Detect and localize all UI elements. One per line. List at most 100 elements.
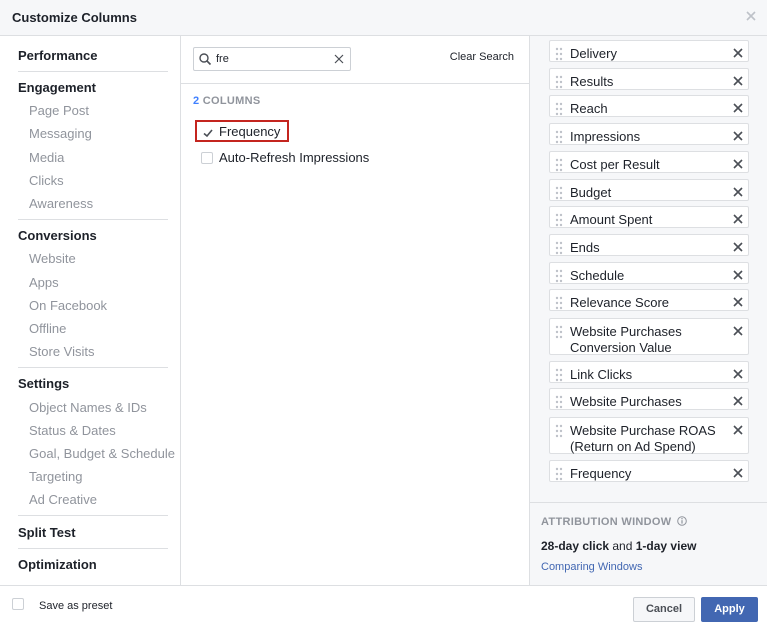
label-line: (Return on Ad Spend) [570, 439, 696, 454]
drag-handle-icon[interactable] [555, 325, 563, 339]
result-count-label: COLUMNS [202, 95, 261, 107]
nav-item-offline[interactable]: Offline [29, 321, 66, 336]
selected-column-item[interactable]: Relevance Score [549, 289, 749, 311]
selected-column-item[interactable]: Ends [549, 234, 749, 256]
drag-handle-icon[interactable] [555, 241, 563, 255]
drag-handle-icon[interactable] [555, 269, 563, 283]
remove-icon[interactable] [733, 270, 743, 280]
checkbox[interactable] [201, 152, 213, 164]
remove-icon[interactable] [733, 214, 743, 224]
remove-icon[interactable] [733, 369, 743, 379]
remove-icon[interactable] [733, 76, 743, 86]
selected-column-item[interactable]: Results [549, 68, 749, 90]
cancel-button[interactable]: Cancel [633, 597, 695, 622]
nav-optimization[interactable]: Optimization [18, 557, 97, 572]
selected-column-label: Reach [570, 101, 608, 116]
comparing-windows-link[interactable]: Comparing Windows [541, 561, 642, 573]
selected-column-label: Budget [570, 185, 612, 200]
drag-handle-icon[interactable] [555, 467, 563, 481]
selected-column-label: Website Purchases Conversion Value [570, 324, 682, 356]
selected-column-item[interactable]: Delivery [549, 40, 749, 62]
label-line: Website Purchases [570, 324, 682, 339]
drag-handle-icon[interactable] [555, 102, 563, 116]
selected-column-item[interactable]: Frequency [549, 460, 749, 482]
selected-column-item[interactable]: Amount Spent [549, 206, 749, 228]
remove-icon[interactable] [733, 103, 743, 113]
nav-item-on-facebook[interactable]: On Facebook [29, 298, 107, 313]
apply-button[interactable]: Apply [701, 597, 758, 622]
selected-column-item[interactable]: Website Purchases [549, 388, 749, 410]
save-preset-checkbox[interactable] [12, 598, 24, 610]
drag-handle-icon[interactable] [555, 395, 563, 409]
selected-columns-panel: Delivery Results Reach Impressions Cost … [529, 36, 767, 585]
clear-search-link[interactable]: Clear Search [450, 51, 514, 63]
nav-item-media[interactable]: Media [29, 150, 64, 165]
column-option-label: Auto-Refresh Impressions [219, 150, 370, 165]
nav-performance[interactable]: Performance [18, 48, 97, 63]
drag-handle-icon[interactable] [555, 368, 563, 382]
drag-handle-icon[interactable] [555, 158, 563, 172]
info-icon[interactable] [677, 516, 687, 526]
drag-handle-icon[interactable] [555, 186, 563, 200]
save-preset-label[interactable]: Save as preset [39, 600, 112, 612]
remove-icon[interactable] [733, 297, 743, 307]
nav-item-website[interactable]: Website [29, 251, 76, 266]
remove-icon[interactable] [733, 48, 743, 58]
column-search-panel: Clear Search 2 COLUMNS Frequency Auto-Re… [181, 36, 529, 585]
drag-handle-icon[interactable] [555, 75, 563, 89]
column-option-frequency[interactable]: Frequency [195, 120, 289, 142]
selected-columns-list: Delivery Results Reach Impressions Cost … [530, 36, 767, 502]
clear-input-icon[interactable] [334, 54, 344, 64]
selected-column-item[interactable]: Cost per Result [549, 151, 749, 173]
drag-handle-icon[interactable] [555, 424, 563, 438]
nav-split-test[interactable]: Split Test [18, 525, 76, 540]
remove-icon[interactable] [733, 131, 743, 141]
remove-icon[interactable] [733, 242, 743, 252]
attribution-and: and [609, 539, 636, 553]
nav-engagement[interactable]: Engagement [18, 80, 96, 95]
selected-column-item[interactable]: Schedule [549, 262, 749, 284]
drag-handle-icon[interactable] [555, 213, 563, 227]
remove-icon[interactable] [733, 396, 743, 406]
search-box [193, 47, 351, 71]
attribution-click: 28-day click [541, 539, 610, 553]
nav-item-targeting[interactable]: Targeting [29, 469, 82, 484]
remove-icon[interactable] [733, 326, 743, 336]
close-icon[interactable] [744, 9, 758, 23]
nav-item-page-post[interactable]: Page Post [29, 103, 89, 118]
drag-handle-icon[interactable] [555, 47, 563, 61]
remove-icon[interactable] [733, 468, 743, 478]
search-input[interactable] [216, 51, 324, 67]
selected-column-item[interactable]: Budget [549, 179, 749, 201]
search-bar: Clear Search [181, 36, 529, 84]
nav-item-ad-creative[interactable]: Ad Creative [29, 492, 97, 507]
nav-item-awareness[interactable]: Awareness [29, 196, 93, 211]
selected-column-item[interactable]: Website Purchase ROAS (Return on Ad Spen… [549, 417, 749, 454]
result-count-number: 2 [193, 95, 200, 107]
nav-divider [18, 515, 168, 516]
nav-item-store-visits[interactable]: Store Visits [29, 344, 95, 359]
nav-conversions[interactable]: Conversions [18, 228, 97, 243]
nav-divider [18, 219, 168, 220]
drag-handle-icon[interactable] [555, 296, 563, 310]
attribution-view: 1-day view [635, 539, 697, 553]
nav-item-status-dates[interactable]: Status & Dates [29, 423, 116, 438]
remove-icon[interactable] [733, 187, 743, 197]
selected-column-item[interactable]: Reach [549, 95, 749, 117]
selected-column-item[interactable]: Impressions [549, 123, 749, 145]
checkbox-checked[interactable] [202, 126, 214, 138]
remove-icon[interactable] [733, 159, 743, 169]
customize-columns-dialog: Customize Columns Performance Engagement… [0, 0, 767, 631]
drag-handle-icon[interactable] [555, 130, 563, 144]
nav-item-clicks[interactable]: Clicks [29, 173, 64, 188]
nav-item-messaging[interactable]: Messaging [29, 126, 92, 141]
remove-icon[interactable] [733, 425, 743, 435]
selected-column-item[interactable]: Website Purchases Conversion Value [549, 318, 749, 355]
selected-column-label: Delivery [570, 46, 617, 61]
nav-settings[interactable]: Settings [18, 376, 69, 391]
selected-column-label: Relevance Score [570, 295, 669, 310]
nav-item-goal-budget-schedule[interactable]: Goal, Budget & Schedule [29, 446, 175, 461]
nav-item-apps[interactable]: Apps [29, 275, 59, 290]
selected-column-item[interactable]: Link Clicks [549, 361, 749, 383]
nav-item-object-names[interactable]: Object Names & IDs [29, 400, 147, 415]
